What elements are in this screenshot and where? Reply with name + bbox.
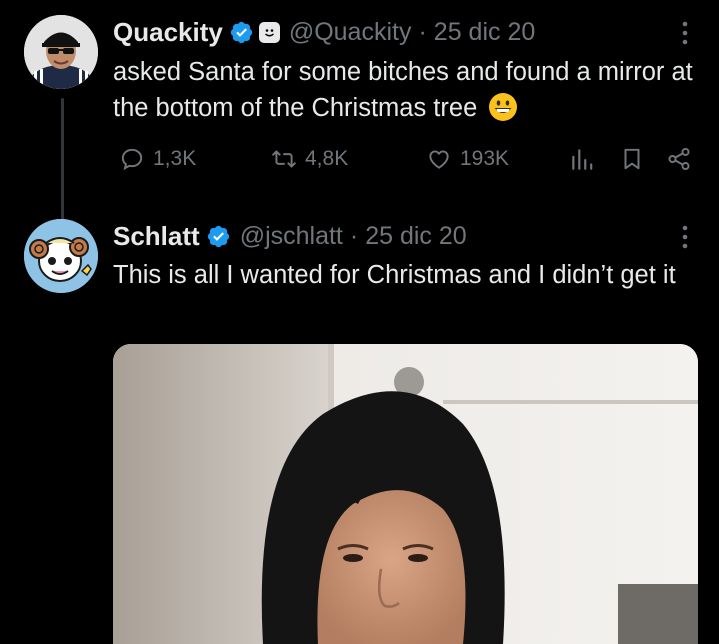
bookmark-button[interactable]	[619, 141, 645, 177]
retweet-icon	[272, 150, 296, 168]
tweet-schlatt[interactable]: Schlatt @jschlatt · 25 dic 20 This is al…	[0, 200, 719, 644]
reply-count: 1,3K	[153, 147, 197, 170]
photo-image	[113, 344, 698, 644]
avatar-schlatt[interactable]	[24, 219, 98, 293]
separator-dot: ·	[418, 17, 427, 46]
more-icon[interactable]	[681, 19, 689, 47]
retweet-count: 4,8K	[305, 147, 349, 170]
tweet-date[interactable]: 25 dic 20	[434, 18, 535, 47]
affiliate-badge-icon[interactable]	[258, 21, 280, 43]
retweet-button[interactable]: 4,8K	[271, 141, 348, 177]
reply-icon	[121, 148, 143, 171]
separator-dot: ·	[349, 221, 359, 250]
handle[interactable]: @Quackity	[289, 18, 412, 47]
more-icon[interactable]	[681, 223, 689, 251]
tweet-header: Quackity @Quackity · 25 dic 20	[113, 14, 535, 50]
share-icon	[668, 147, 690, 171]
tweet-media-photo[interactable]	[113, 344, 698, 644]
tweet-header: Schlatt @jschlatt · 25 dic 20	[113, 218, 467, 254]
tweet-text: This is all I wanted for Christmas and I…	[113, 257, 698, 293]
like-button[interactable]: 193K	[426, 141, 509, 177]
tweet-date[interactable]: 25 dic 20	[365, 222, 466, 251]
tweet-quackity[interactable]: Quackity @Quackity · 25 dic 20 asked San…	[0, 0, 719, 200]
tweet-text: asked Santa for some bitches and found a…	[113, 54, 698, 126]
views-button[interactable]	[569, 141, 595, 177]
tweet-text-body: This is all I wanted for Christmas and I…	[113, 261, 676, 289]
bookmark-icon	[624, 148, 640, 170]
avatar-quackity[interactable]	[24, 15, 98, 89]
share-button[interactable]	[666, 141, 692, 177]
tweet-text-body: asked Santa for some bitches and found a…	[113, 58, 693, 122]
like-icon	[429, 150, 449, 169]
action-bar: 1,3K 4,8K 193K	[113, 141, 699, 177]
grinning-face-emoji-icon	[489, 93, 518, 121]
views-icon	[572, 149, 593, 170]
like-count: 193K	[460, 147, 510, 170]
display-name[interactable]: Schlatt	[113, 221, 200, 252]
reply-button[interactable]: 1,3K	[119, 141, 196, 177]
verified-icon[interactable]	[206, 224, 231, 249]
display-name[interactable]: Quackity	[113, 17, 223, 48]
handle[interactable]: @jschlatt	[240, 222, 343, 251]
verified-icon[interactable]	[229, 20, 254, 45]
